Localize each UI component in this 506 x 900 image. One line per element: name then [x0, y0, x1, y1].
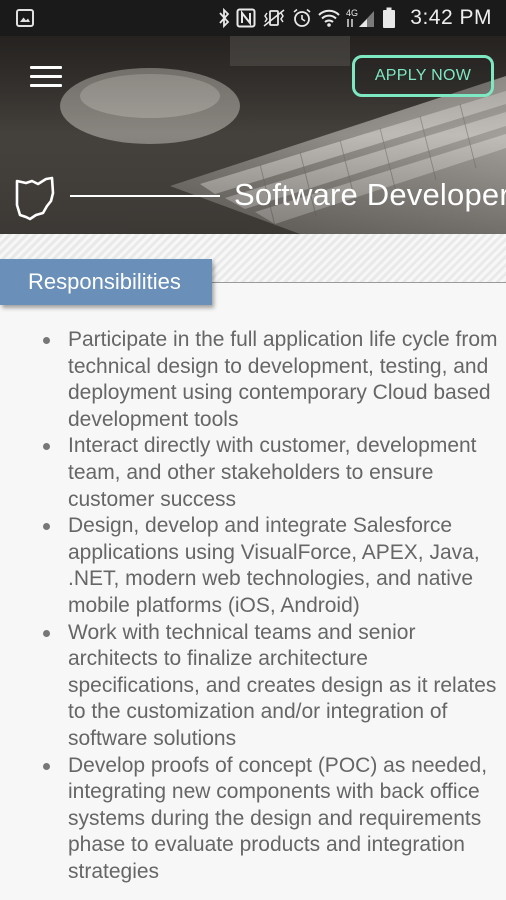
nfc-icon: [236, 8, 256, 28]
hamburger-menu-icon[interactable]: [30, 66, 62, 88]
alarm-icon: [292, 8, 312, 28]
title-divider: [70, 195, 220, 197]
list-item-text: Work with technical teams and senior arc…: [68, 620, 497, 750]
list-item: Design, develop and integrate Salesforce…: [0, 513, 506, 619]
wifi-icon: [318, 8, 340, 28]
list-item: Interact directly with customer, develop…: [0, 433, 506, 513]
status-bar: 4G 3:42 PM: [0, 0, 506, 36]
list-item-text: Design, develop and integrate Salesforce…: [68, 514, 480, 617]
bullet-icon: [43, 523, 50, 531]
section-tab-responsibilities: Responsibilities: [0, 259, 212, 305]
bullet-icon: [43, 762, 50, 770]
list-item: Participate in the full application life…: [0, 327, 506, 433]
list-item: Work with technical teams and senior arc…: [0, 620, 506, 753]
ohio-outline-icon: [12, 175, 58, 221]
signal-icon: 4G: [346, 7, 376, 29]
page-title: Software Developer: [234, 177, 506, 212]
list-item-text: Interact directly with customer, develop…: [68, 434, 477, 511]
status-time: 3:42 PM: [410, 6, 492, 29]
battery-icon: [382, 7, 396, 29]
bullet-icon: [43, 443, 50, 451]
vibrate-icon: [262, 8, 286, 28]
list-item: Develop proofs of concept (POC) as neede…: [0, 753, 506, 886]
list-item-text: Participate in the full application life…: [68, 328, 498, 431]
bullet-icon: [43, 337, 50, 344]
bluetooth-icon: [218, 8, 230, 28]
bullet-icon: [43, 629, 50, 637]
responsibilities-content: Participate in the full application life…: [0, 283, 506, 900]
apply-now-button[interactable]: APPLY NOW: [352, 55, 494, 97]
responsibilities-list: Participate in the full application life…: [0, 327, 506, 885]
status-icons: 4G 3:42 PM: [218, 0, 492, 36]
list-item-text: Develop proofs of concept (POC) as neede…: [68, 753, 488, 883]
hero-header: APPLY NOW Software Developer: [0, 36, 506, 234]
app-screen: 4G 3:42 PM APPLY NOW Software Developer …: [0, 0, 506, 900]
image-icon: [16, 9, 34, 27]
network-type-label: 4G: [346, 8, 358, 18]
